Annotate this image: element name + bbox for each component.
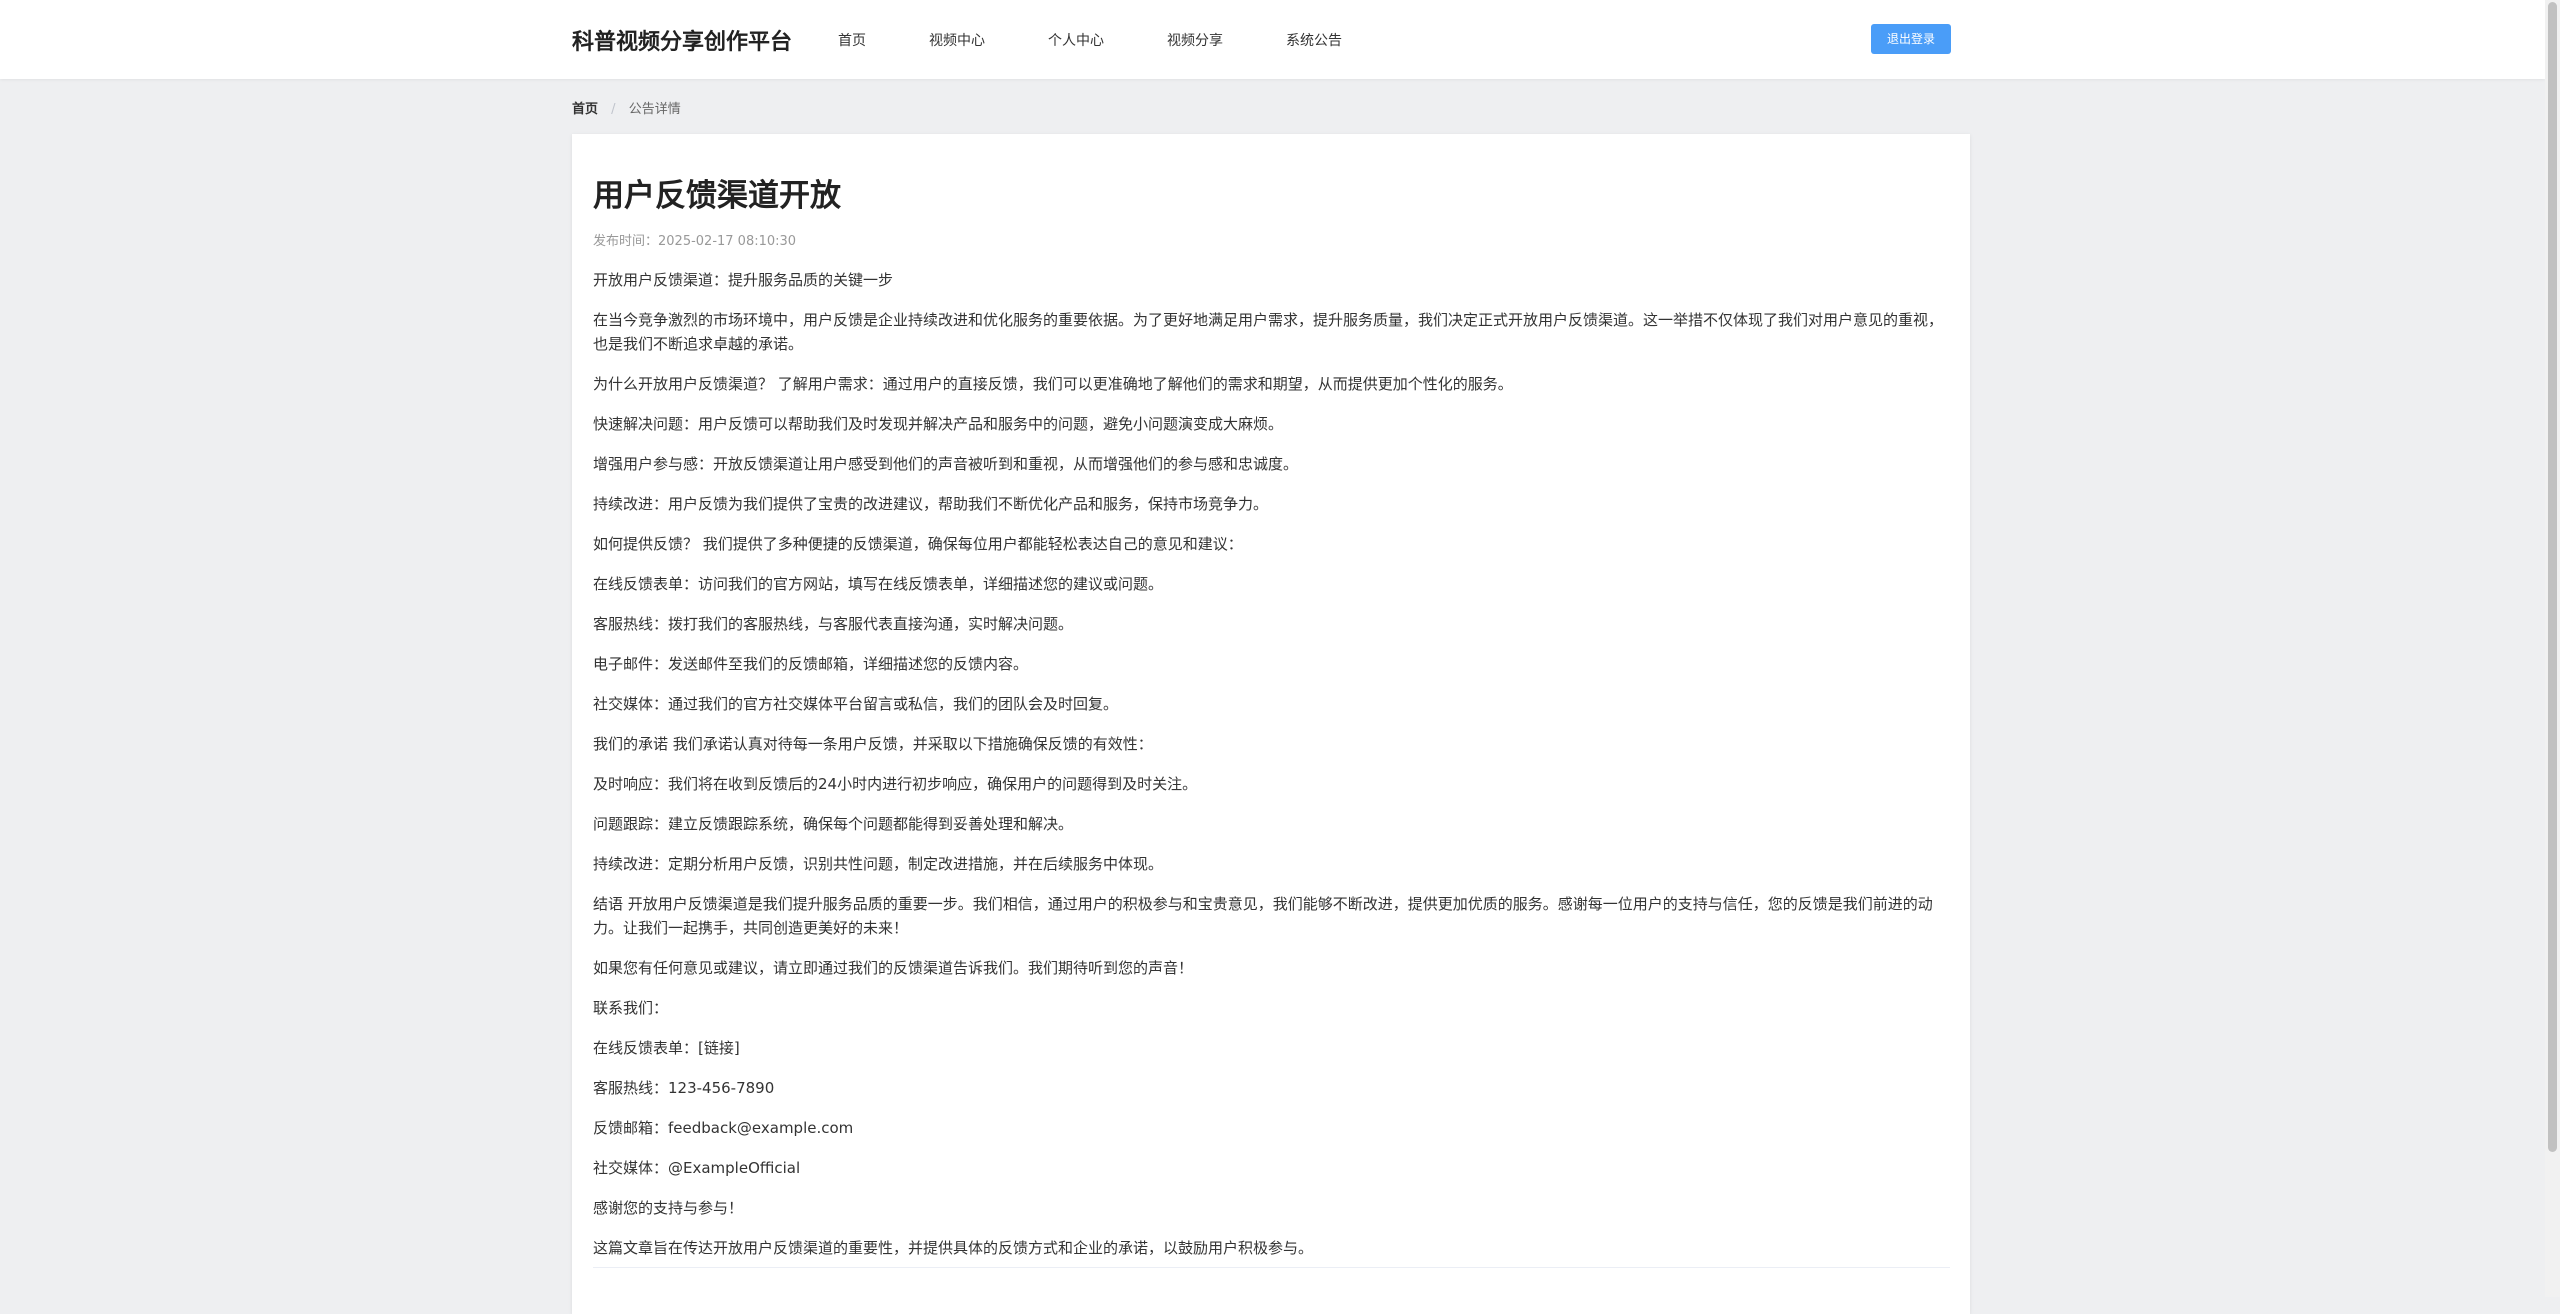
article-paragraph: 客服热线：拨打我们的客服热线，与客服代表直接沟通，实时解决问题。	[593, 615, 1074, 633]
article-paragraph: 如何提供反馈？ 我们提供了多种便捷的反馈渠道，确保每位用户都能轻松表达自己的意见…	[593, 535, 1243, 553]
article-paragraph: 在当今竞争激烈的市场环境中，用户反馈是企业持续改进和优化服务的重要依据。为了更好…	[593, 311, 1944, 353]
article-paragraph: 感谢您的支持与参与！	[593, 1199, 744, 1217]
article-paragraph: 反馈邮箱：feedback@example.com	[593, 1119, 854, 1137]
site-brand[interactable]: 科普视频分享创作平台	[572, 24, 792, 56]
nav-item-home[interactable]: 首页	[838, 30, 866, 50]
nav-item-personal-center[interactable]: 个人中心	[1048, 30, 1104, 50]
publish-time: 发布时间：2025-02-17 08:10:30	[593, 234, 797, 249]
article-paragraph: 增强用户参与感：开放反馈渠道让用户感受到他们的声音被听到和重视，从而增强他们的参…	[593, 455, 1299, 473]
article-paragraph: 及时响应：我们将在收到反馈后的24小时内进行初步响应，确保用户的问题得到及时关注…	[593, 775, 1198, 793]
article-paragraph: 社交媒体：@ExampleOfficial	[593, 1159, 801, 1177]
article-paragraph: 快速解决问题：用户反馈可以帮助我们及时发现并解决产品和服务中的问题，避免小问题演…	[593, 415, 1284, 433]
logout-button[interactable]: 退出登录	[1871, 24, 1951, 54]
article-paragraph: 结语 开放用户反馈渠道是我们提升服务品质的重要一步。我们相信，通过用户的积极参与…	[593, 895, 1933, 937]
nav-item-video-center[interactable]: 视频中心	[929, 30, 985, 50]
article-paragraph: 问题跟踪：建立反馈跟踪系统，确保每个问题都能得到妥善处理和解决。	[593, 815, 1074, 833]
breadcrumb-separator: /	[611, 102, 616, 117]
breadcrumb: 首页 / 公告详情	[572, 98, 681, 117]
nav-item-video-share[interactable]: 视频分享	[1167, 30, 1223, 50]
article-paragraph: 开放用户反馈渠道：提升服务品质的关键一步	[593, 271, 894, 289]
article-card: 用户反馈渠道开放 发布时间：2025-02-17 08:10:30 开放用户反馈…	[572, 134, 1970, 1314]
scrollbar-thumb[interactable]	[2548, 2, 2557, 1152]
article-paragraph: 客服热线：123-456-7890	[593, 1079, 775, 1097]
content-divider	[593, 1267, 1950, 1268]
article-paragraph: 在线反馈表单：[链接]	[593, 1039, 740, 1057]
breadcrumb-home[interactable]: 首页	[572, 102, 598, 117]
article-paragraph: 如果您有任何意见或建议，请立即通过我们的反馈渠道告诉我们。我们期待听到您的声音！	[593, 959, 1194, 977]
article-title: 用户反馈渠道开放	[593, 178, 841, 214]
breadcrumb-current: 公告详情	[628, 102, 681, 117]
article-paragraph: 持续改进：用户反馈为我们提供了宝贵的改进建议，帮助我们不断优化产品和服务，保持市…	[593, 495, 1269, 513]
article-paragraph: 电子邮件：发送邮件至我们的反馈邮箱，详细描述您的反馈内容。	[593, 655, 1029, 673]
article-paragraph: 社交媒体：通过我们的官方社交媒体平台留言或私信，我们的团队会及时回复。	[593, 695, 1119, 713]
article-paragraph: 为什么开放用户反馈渠道？ 了解用户需求：通过用户的直接反馈，我们可以更准确地了解…	[593, 375, 1513, 393]
article-paragraph: 持续改进：定期分析用户反馈，识别共性问题，制定改进措施，并在后续服务中体现。	[593, 855, 1164, 873]
article-content: 开放用户反馈渠道：提升服务品质的关键一步 在当今竞争激烈的市场环境中，用户反馈是…	[593, 268, 1943, 1260]
article-paragraph: 这篇文章旨在传达开放用户反馈渠道的重要性，并提供具体的反馈方式和企业的承诺，以鼓…	[593, 1239, 1314, 1257]
article-paragraph: 在线反馈表单：访问我们的官方网站，填写在线反馈表单，详细描述您的建议或问题。	[593, 575, 1164, 593]
page-scrollbar[interactable]	[2545, 0, 2560, 1297]
nav-item-announcements[interactable]: 系统公告	[1286, 30, 1342, 50]
article-paragraph: 我们的承诺 我们承诺认真对待每一条用户反馈，并采取以下措施确保反馈的有效性：	[593, 735, 1153, 753]
article-paragraph: 联系我们：	[593, 999, 669, 1017]
top-header: 科普视频分享创作平台 首页 视频中心 个人中心 视频分享 系统公告 退出登录	[0, 0, 2545, 79]
